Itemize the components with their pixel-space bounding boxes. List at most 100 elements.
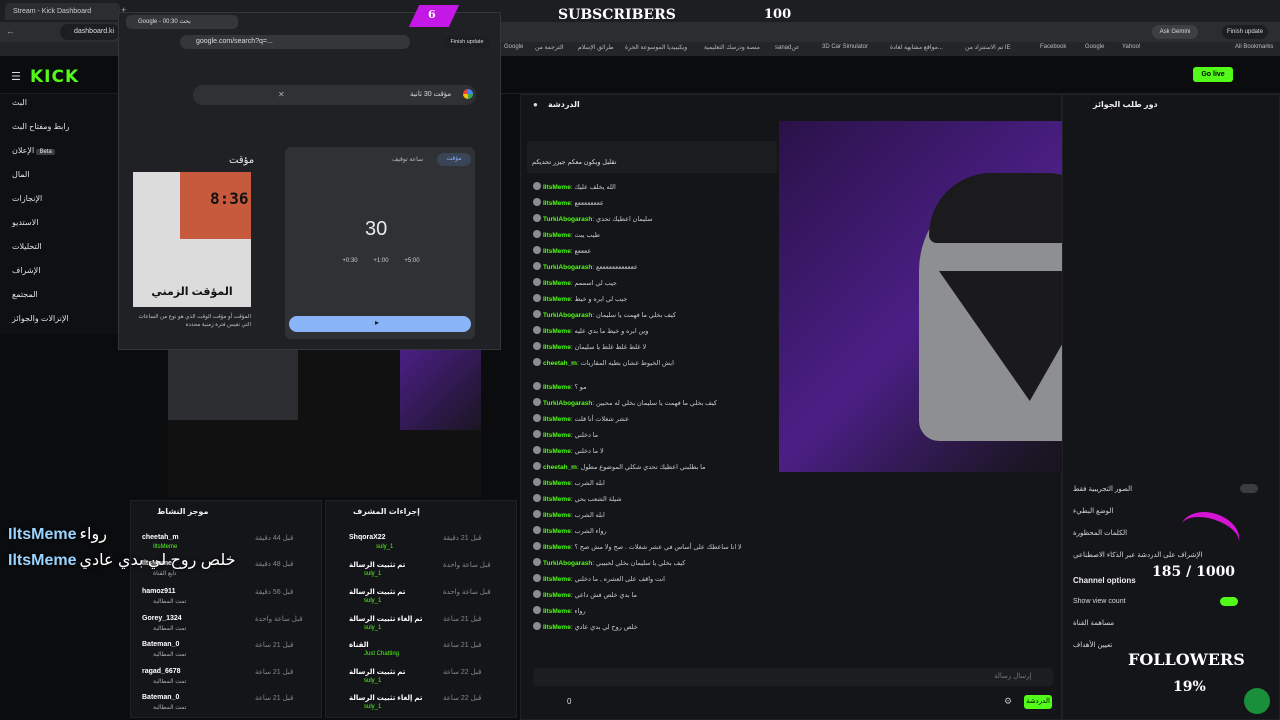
mod-action-time: قبل 22 ساعة [443, 695, 482, 702]
ask-gemini-button[interactable]: Ask Gemini [1152, 25, 1198, 39]
activity-user[interactable]: hamoz911 [142, 588, 175, 595]
back-icon[interactable]: ← [6, 26, 15, 36]
user-avatar [533, 262, 541, 270]
menu-icon[interactable]: ☰ [11, 70, 21, 83]
sidebar-item-label: الإنزالات والجوائز [12, 314, 69, 323]
bookmark-item[interactable]: مواقع مشابهة لغادة... [890, 44, 943, 51]
activity-user[interactable]: Gorey_1324 [142, 615, 182, 622]
chat-username[interactable]: IltsMeme [543, 480, 571, 487]
chat-username[interactable]: IltsMeme [543, 384, 571, 391]
bookmark-item[interactable]: Google [1085, 44, 1104, 50]
bookmark-item[interactable]: طرائق الإسلام [578, 44, 614, 51]
chat-username[interactable]: TurkiAbogarash [543, 264, 592, 271]
tab-title: Stream - Kick Dashboard [13, 8, 92, 15]
send-chat-button[interactable]: الدردشة [1024, 695, 1052, 709]
bookmark-item[interactable]: 3D Car Simulator [822, 44, 868, 50]
emote-bar[interactable] [533, 650, 1053, 664]
chat-text: ما بطلبني اعطيك تحدي شكلي الموضوع مطول [580, 464, 706, 471]
chat-username[interactable]: IltsMeme [543, 432, 571, 439]
chat-username[interactable]: IltsMeme [543, 544, 571, 551]
bookmark-item[interactable]: Yahoo! [1122, 44, 1141, 50]
sidebar-item-community[interactable]: المجتمع [12, 290, 38, 299]
activity-user[interactable]: cheetah_m [142, 534, 179, 541]
google-tab[interactable]: Google - بحث 00:30 [126, 15, 238, 29]
sidebar-item-ads[interactable]: الإعلان Beta [12, 146, 55, 155]
chat-text: ما بدي خلص فش داعي [574, 592, 637, 599]
chat-input[interactable] [533, 668, 1053, 686]
chat-message: IltsMeme: ععععع [533, 246, 591, 255]
chat-username[interactable]: cheetah_m [543, 464, 577, 471]
chat-username[interactable]: IltsMeme [543, 184, 571, 191]
activity-user[interactable]: ragad_6678 [142, 668, 181, 675]
toggle-show-view-count[interactable] [1220, 597, 1238, 606]
sidebar-item-drops[interactable]: الإنزالات والجوائز [12, 314, 69, 323]
sub-badge-count: 6 [428, 8, 436, 21]
chat-message: IltsMeme: انت واقف على العشره , ما دخلني [533, 574, 665, 583]
bookmark-item[interactable]: Google [504, 44, 523, 50]
help-button[interactable] [1244, 688, 1270, 714]
sidebar-item-money[interactable]: المال [12, 170, 30, 179]
bookmark-item[interactable]: Facebook [1040, 44, 1066, 50]
chat-username[interactable]: TurkiAbogarash [543, 560, 592, 567]
chat-username[interactable]: IltsMeme [543, 296, 571, 303]
chat-username[interactable]: IltsMeme [543, 624, 571, 631]
bookmark-item[interactable]: الترجمة من [535, 44, 563, 51]
chat-username[interactable]: cheetah_m [543, 360, 577, 367]
google-finish-update-button[interactable]: Finish update [444, 36, 490, 48]
chat-username[interactable]: TurkiAbogarash [543, 216, 592, 223]
clear-search-icon[interactable]: ✕ [278, 90, 285, 99]
sidebar-item-stream-key[interactable]: رابط ومفتاح البث [12, 122, 70, 131]
kick-logo[interactable]: KICK [30, 67, 79, 87]
tab-kick-dashboard[interactable]: Stream - Kick Dashboard [5, 3, 120, 20]
finish-update-button[interactable]: Finish update [1222, 25, 1268, 39]
chat-username[interactable]: IltsMeme [543, 416, 571, 423]
chat-username[interactable]: IltsMeme [543, 248, 571, 255]
chat-username[interactable]: IltsMeme [543, 344, 571, 351]
chat-username[interactable]: IltsMeme [543, 528, 571, 535]
stopwatch-tab[interactable]: ساعة توقيف [392, 156, 423, 163]
bookmark-item[interactable]: منصة ودرسك التعليمية [704, 44, 760, 51]
chat-message: IltsMeme: ما بدي خلص فش داعي [533, 590, 637, 599]
sidebar-item-moderation[interactable]: الإشراف [12, 266, 40, 275]
chat-username[interactable]: IltsMeme [543, 232, 571, 239]
chat-message: IltsMeme: رواء [533, 606, 586, 615]
chat-username[interactable]: IltsMeme [543, 496, 571, 503]
toggle-emote-only[interactable] [1240, 484, 1258, 493]
chat-username[interactable]: TurkiAbogarash [543, 312, 592, 319]
timer-start-button[interactable]: ▸ [289, 316, 471, 332]
sidebar-item-stream[interactable]: البث [12, 98, 27, 107]
add-5m-button[interactable]: +5:00 [402, 258, 422, 264]
chat-username[interactable]: IltsMeme [543, 200, 571, 207]
chat-username[interactable]: IltsMeme [543, 280, 571, 287]
activity-user[interactable]: Bateman_0 [142, 641, 179, 648]
bookmark-item[interactable]: ويكيبيديا الموسوعة الحرة [625, 44, 687, 51]
chat-username[interactable]: IltsMeme [543, 328, 571, 335]
google-logo-icon [463, 89, 473, 99]
timer-tab[interactable]: مؤقت [437, 153, 471, 166]
channel-options-title: Channel options [1073, 576, 1136, 585]
pinned-message[interactable] [527, 141, 777, 173]
chat-username[interactable]: IltsMeme [543, 608, 571, 615]
timer-image-grid[interactable]: 8:36 المؤقت الزمني [133, 172, 251, 307]
chat-username[interactable]: IltsMeme [543, 592, 571, 599]
sidebar-item-analytics[interactable]: التحليلات [12, 242, 42, 251]
chat-username[interactable]: TurkiAbogarash [543, 400, 592, 407]
all-bookmarks[interactable]: All Bookmarks [1235, 44, 1273, 50]
sidebar-item-studio[interactable]: الاستديو [12, 218, 38, 227]
gear-icon[interactable]: ⚙ [1004, 696, 1012, 707]
timer-value[interactable]: 30 [365, 218, 387, 241]
activity-user[interactable]: Bateman_0 [142, 694, 179, 701]
channel-contribution-label: مساهمة القناة [1073, 620, 1115, 627]
chat-username[interactable]: IltsMeme [543, 512, 571, 519]
sidebar-item-achievements[interactable]: الإنجازات [12, 194, 42, 203]
add-30s-button[interactable]: +0:30 [340, 258, 360, 264]
bookmark-item[interactable]: sanadعن [775, 44, 800, 51]
add-1m-button[interactable]: +1:00 [371, 258, 391, 264]
url-field[interactable]: dashboard.ki [60, 24, 120, 40]
chat-username[interactable]: IltsMeme [543, 448, 571, 455]
mod-actions-panel [325, 500, 517, 718]
go-live-button[interactable]: Go live [1193, 67, 1233, 82]
google-url-field[interactable]: google.com/search?q=... [180, 35, 410, 49]
bookmark-item[interactable]: تم الاستنزاد من IE [965, 44, 1011, 51]
chat-username[interactable]: IltsMeme [543, 576, 571, 583]
